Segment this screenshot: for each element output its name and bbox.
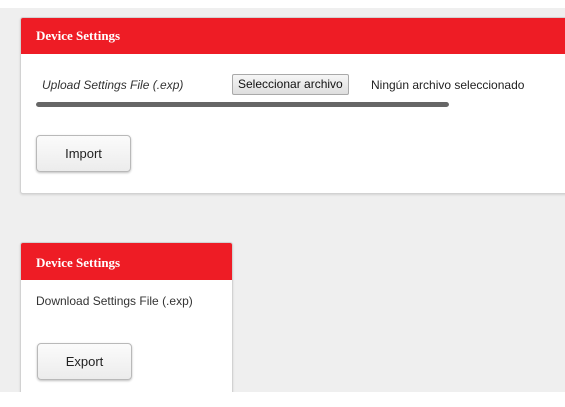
export-settings-panel: Device Settings Download Settings File (… <box>20 242 233 403</box>
upload-progress-fill <box>36 102 449 107</box>
import-button[interactable]: Import <box>36 135 131 172</box>
upload-label: Upload Settings File (.exp) <box>42 78 184 92</box>
bottom-strip <box>0 392 565 407</box>
download-label: Download Settings File (.exp) <box>36 294 193 308</box>
file-status-text: Ningún archivo seleccionado <box>371 78 525 92</box>
upload-progress-bar <box>36 102 449 107</box>
panel-header: Device Settings <box>21 243 232 280</box>
panel-header: Device Settings <box>21 18 565 54</box>
choose-file-button[interactable]: Seleccionar archivo <box>232 74 349 95</box>
upload-row: Upload Settings File (.exp) Seleccionar … <box>21 74 565 96</box>
top-strip <box>0 0 565 8</box>
import-settings-panel: Device Settings Upload Settings File (.e… <box>20 17 565 194</box>
export-button[interactable]: Export <box>37 343 132 380</box>
